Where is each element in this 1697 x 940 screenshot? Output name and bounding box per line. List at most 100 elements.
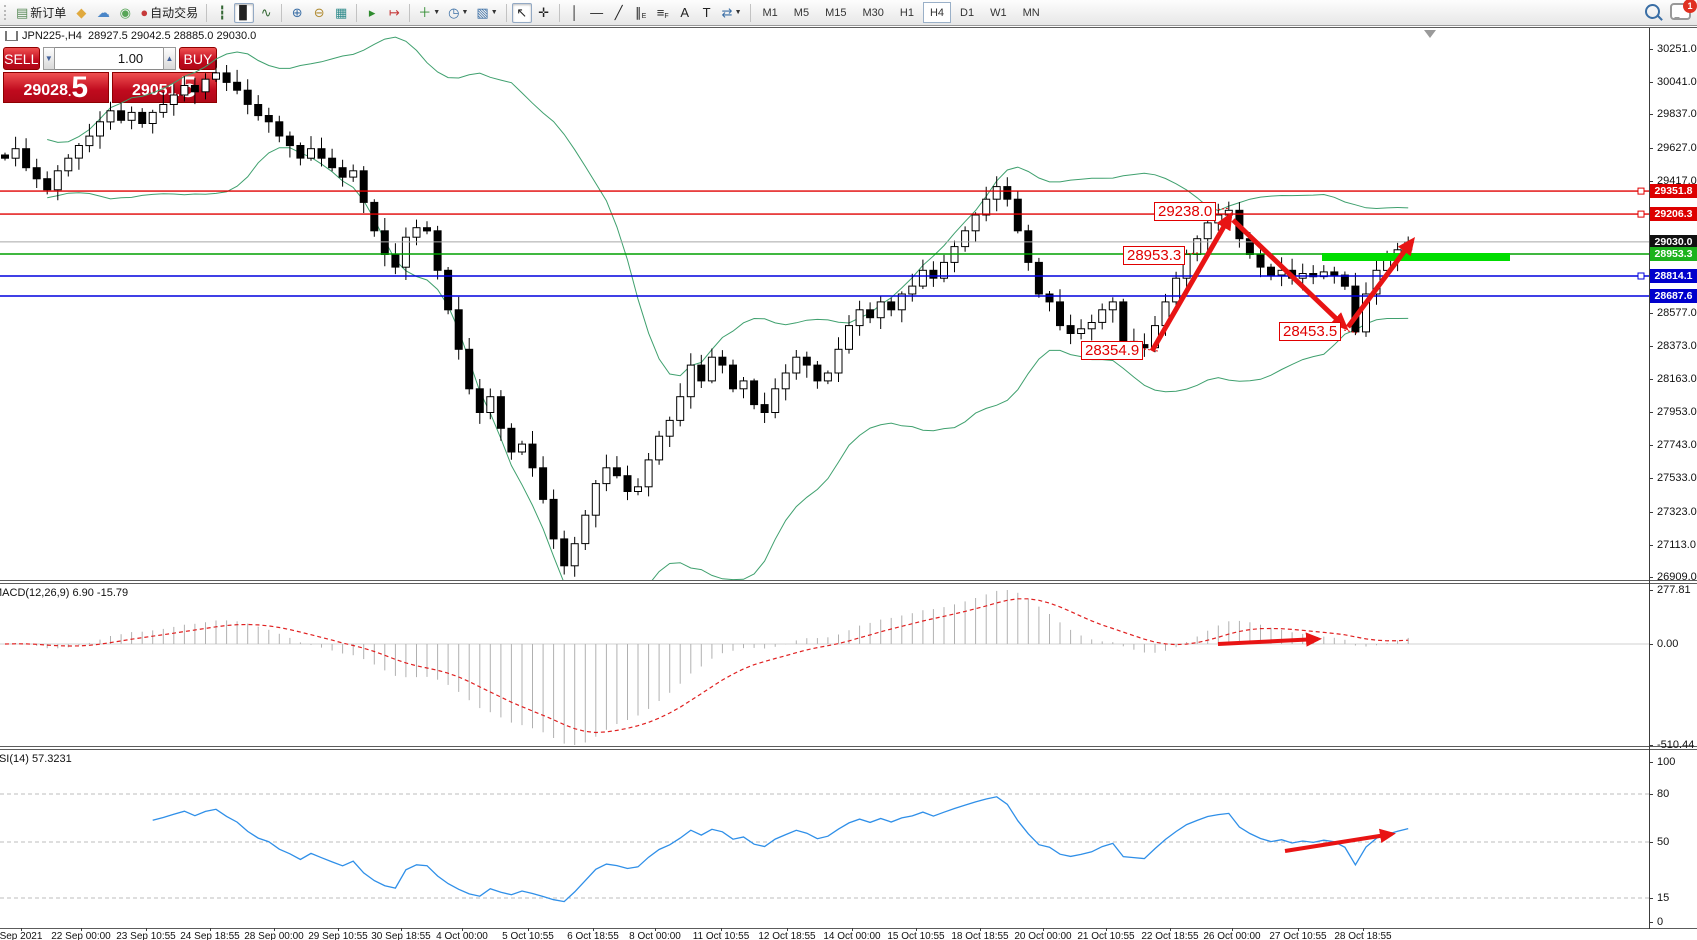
- timeframe-button-h4[interactable]: H4: [923, 2, 951, 23]
- green-highlight-bar[interactable]: [1322, 253, 1510, 261]
- vertical-line-button[interactable]: │: [565, 3, 585, 23]
- auto-trading-button[interactable]: ●自动交易: [137, 3, 201, 23]
- rsi-canvas[interactable]: [0, 750, 1649, 928]
- templates-button[interactable]: ▧▼: [473, 3, 500, 23]
- crosshair-button-glyph: ✛: [538, 6, 549, 19]
- text-button[interactable]: A: [675, 3, 695, 23]
- trend-arrow-1[interactable]: [1233, 220, 1345, 327]
- rsi-bottom-border: [0, 928, 1697, 929]
- trendline-button[interactable]: ╱: [609, 3, 629, 23]
- macd-tick-label: -510.44: [1657, 739, 1694, 751]
- timeframe-button-d1[interactable]: D1: [953, 2, 981, 23]
- timeframe-button-m15[interactable]: M15: [818, 2, 853, 23]
- zoom-in-button-glyph: ⊕: [292, 6, 303, 19]
- timeframe-button-m5[interactable]: M5: [787, 2, 816, 23]
- signals-icon[interactable]: ◉: [115, 3, 135, 23]
- toolbar-grip: [4, 5, 9, 20]
- chart-shift-button-glyph: ↦: [389, 6, 400, 19]
- rsi-line: [153, 797, 1409, 902]
- price-badge-28953.3: 28953.3: [1650, 247, 1697, 261]
- price-tick-label: 28163.0: [1657, 373, 1697, 385]
- notification-badge: 1: [1683, 0, 1697, 13]
- mt4-window: ▤新订单◆☁◉●自动交易┇▊∿⊕⊖▦▸↦＋▼◷▼▧▼↖✛│—╱∥E≡FAT⇄▼M…: [0, 0, 1697, 940]
- bar-chart-button[interactable]: ┇: [212, 3, 232, 23]
- candlestick-chart-button[interactable]: ▊: [234, 3, 254, 23]
- chart-top-border: [0, 27, 1697, 28]
- line-chart-button[interactable]: ∿: [256, 3, 276, 23]
- rsi-tick-label: 0: [1657, 916, 1663, 928]
- time-axis-label: 28 Oct 18:55: [1321, 931, 1405, 940]
- timeframe-button-w1[interactable]: W1: [983, 2, 1014, 23]
- tile-windows-button[interactable]: ▦: [331, 3, 351, 23]
- equidistant-channel-button[interactable]: ∥E: [631, 3, 651, 23]
- auto-scroll-button[interactable]: ▸: [362, 3, 382, 23]
- macd-tick-label: 277.81: [1657, 584, 1691, 596]
- search-icon[interactable]: [1645, 4, 1660, 19]
- rsi-tick: [1649, 842, 1653, 843]
- price-tick: [1649, 577, 1653, 578]
- fibonacci-button-glyph: ≡: [657, 6, 665, 19]
- zoom-out-button-glyph: ⊖: [314, 6, 325, 19]
- magnifier-handle: [1657, 15, 1663, 21]
- new-order-button-label: 新订单: [30, 4, 66, 21]
- chart-shift-button[interactable]: ↦: [384, 3, 404, 23]
- price-tick: [1649, 114, 1653, 115]
- main-chart-canvas[interactable]: [0, 27, 1649, 580]
- price-badge-28814.1: 28814.1: [1650, 269, 1697, 283]
- price-tick: [1649, 313, 1653, 314]
- horizontal-line-button-glyph: —: [590, 6, 603, 19]
- hline-handle-28814.1[interactable]: [1638, 273, 1644, 279]
- toolbar-separator: [281, 4, 282, 22]
- chart-window[interactable]: JPN225-,H4 28927.5 29042.5 28885.0 29030…: [0, 27, 1697, 940]
- candlestick-chart-button-glyph: ▊: [239, 6, 249, 19]
- price-tick-label: 27953.0: [1657, 406, 1697, 418]
- timeframe-button-m1[interactable]: M1: [756, 2, 785, 23]
- timeframe-button-m30[interactable]: M30: [855, 2, 890, 23]
- community-icon-glyph: ☁: [97, 6, 110, 19]
- auto-trading-button-label: 自动交易: [150, 4, 198, 21]
- periods-button-glyph: ◷: [448, 6, 459, 19]
- toolbar-separator: [206, 4, 207, 22]
- price-annotation-28354.9[interactable]: 28354.9: [1081, 341, 1143, 360]
- chart-shift-marker: [1424, 30, 1436, 38]
- macd-canvas[interactable]: [0, 584, 1649, 746]
- templates-button-caret: ▼: [491, 9, 498, 16]
- zoom-out-button[interactable]: ⊖: [309, 3, 329, 23]
- macd-histogram: [5, 590, 1408, 745]
- macd-rsi-separator-1: [0, 746, 1697, 747]
- price-tick-label: 27323.0: [1657, 506, 1697, 518]
- zoom-in-button[interactable]: ⊕: [287, 3, 307, 23]
- crosshair-button[interactable]: ✛: [534, 3, 554, 23]
- equidistant-channel-button-sub: E: [642, 13, 647, 22]
- price-annotation-28953.3[interactable]: 28953.3: [1123, 246, 1185, 265]
- timeframe-button-h1[interactable]: H1: [893, 2, 921, 23]
- hline-handle-29351.8[interactable]: [1638, 188, 1644, 194]
- cursor-button[interactable]: ↖: [512, 3, 532, 23]
- community-icon[interactable]: ☁: [93, 3, 113, 23]
- macd-signal-line: [5, 599, 1408, 733]
- new-order-button[interactable]: ▤新订单: [13, 3, 69, 23]
- fibonacci-button[interactable]: ≡F: [653, 3, 673, 23]
- price-tick: [1649, 82, 1653, 83]
- label-button[interactable]: T: [697, 3, 717, 23]
- indicators-button[interactable]: ＋▼: [415, 3, 443, 23]
- periods-button[interactable]: ◷▼: [445, 3, 471, 23]
- toolbar-separator: [409, 4, 410, 22]
- price-badge-28687.6: 28687.6: [1650, 289, 1697, 303]
- fibonacci-button-sub: F: [664, 13, 668, 22]
- shapes-button[interactable]: ⇄▼: [719, 3, 745, 23]
- trend-arrow-0[interactable]: [1152, 216, 1230, 351]
- candles-layer: [2, 73, 1412, 566]
- horizontal-line-button[interactable]: —: [587, 3, 607, 23]
- price-tick-label: 30041.0: [1657, 76, 1697, 88]
- price-annotation-29238.0[interactable]: 29238.0: [1154, 202, 1216, 221]
- price-tick: [1649, 379, 1653, 380]
- hline-handle-29206.3[interactable]: [1638, 211, 1644, 217]
- price-annotation-28453.5[interactable]: 28453.5: [1279, 322, 1341, 341]
- price-tick-label: 30251.0: [1657, 43, 1697, 55]
- price-tick: [1649, 49, 1653, 50]
- notifications-icon[interactable]: 1: [1670, 3, 1691, 20]
- promo-icon[interactable]: ◆: [71, 3, 91, 23]
- price-tick-label: 27743.0: [1657, 439, 1697, 451]
- timeframe-button-mn[interactable]: MN: [1016, 2, 1047, 23]
